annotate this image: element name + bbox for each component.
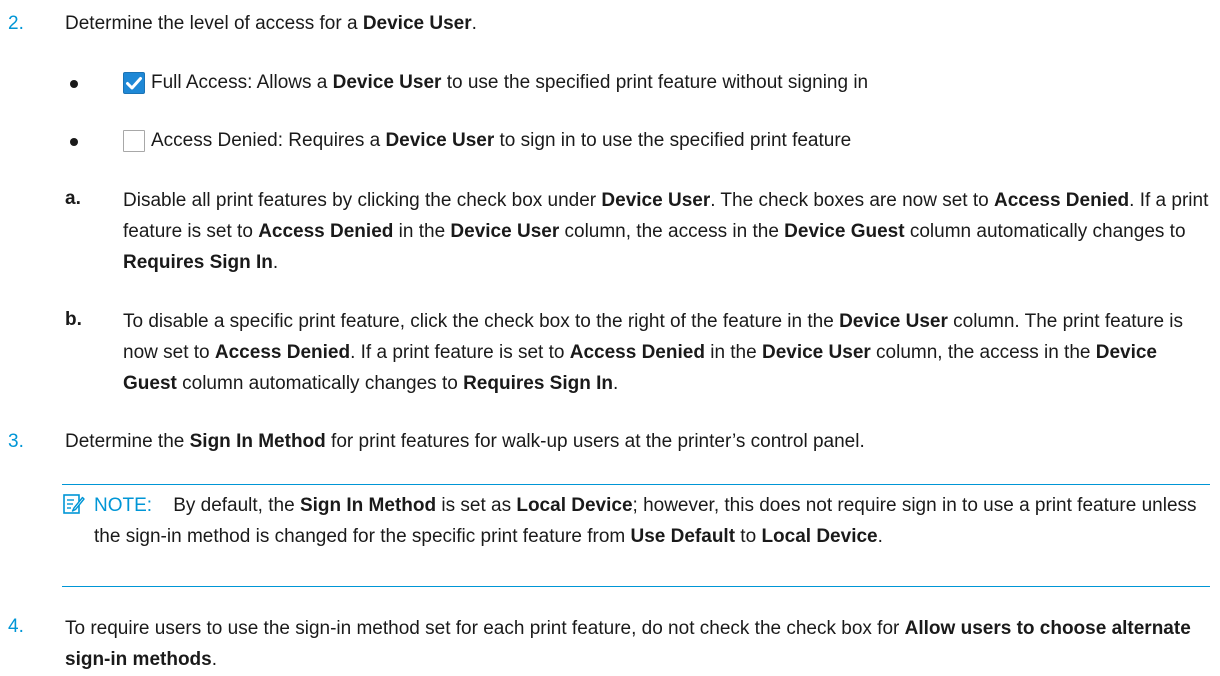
checkbox-checked-icon — [123, 71, 145, 94]
note-text: NOTE: By default, the Sign In Method is … — [94, 495, 1197, 547]
step-number: 2. — [8, 13, 24, 34]
note-label: NOTE: — [94, 495, 153, 516]
substep-text: Disable all print features by clicking t… — [123, 190, 1209, 273]
step-number: 4. — [8, 616, 24, 637]
substep-text: To disable a specific print feature, cli… — [123, 311, 1184, 394]
step-text: Determine the Sign In Method for print f… — [65, 431, 865, 452]
bold-term: Device User — [385, 130, 495, 151]
step-4: 4. To require users to use the sign-in m… — [0, 613, 1210, 675]
note-box: NOTE: By default, the Sign In Method is … — [62, 484, 1210, 587]
step-3: 3. Determine the Sign In Method for prin… — [0, 428, 1210, 458]
step-text: To require users to use the sign-in meth… — [65, 618, 1191, 670]
checkbox-unchecked-icon — [123, 129, 145, 152]
step-2: 2. Determine the level of access for a D… — [0, 10, 1210, 40]
bullet-label: Access Denied: Requires a Device User to… — [151, 130, 852, 151]
bold-term: Device User — [362, 13, 472, 34]
bullet-icon — [70, 80, 78, 88]
bullet-label: Full Access: Allows a Device User to use… — [151, 72, 869, 93]
step-text: Determine the level of access for a Devi… — [65, 13, 477, 34]
bullet-access-denied: Access Denied: Requires a Device User to… — [0, 127, 1210, 157]
bold-term: Device User — [332, 72, 442, 93]
note-pencil-icon — [62, 492, 86, 516]
bullet-icon — [70, 138, 78, 146]
substep-letter: a. — [65, 188, 81, 209]
step-number: 3. — [8, 431, 24, 452]
substep-letter: b. — [65, 309, 82, 330]
bullet-full-access: Full Access: Allows a Device User to use… — [0, 69, 1210, 99]
substep-a: a. Disable all print features by clickin… — [65, 185, 1210, 275]
substep-b: b. To disable a specific print feature, … — [65, 306, 1210, 396]
